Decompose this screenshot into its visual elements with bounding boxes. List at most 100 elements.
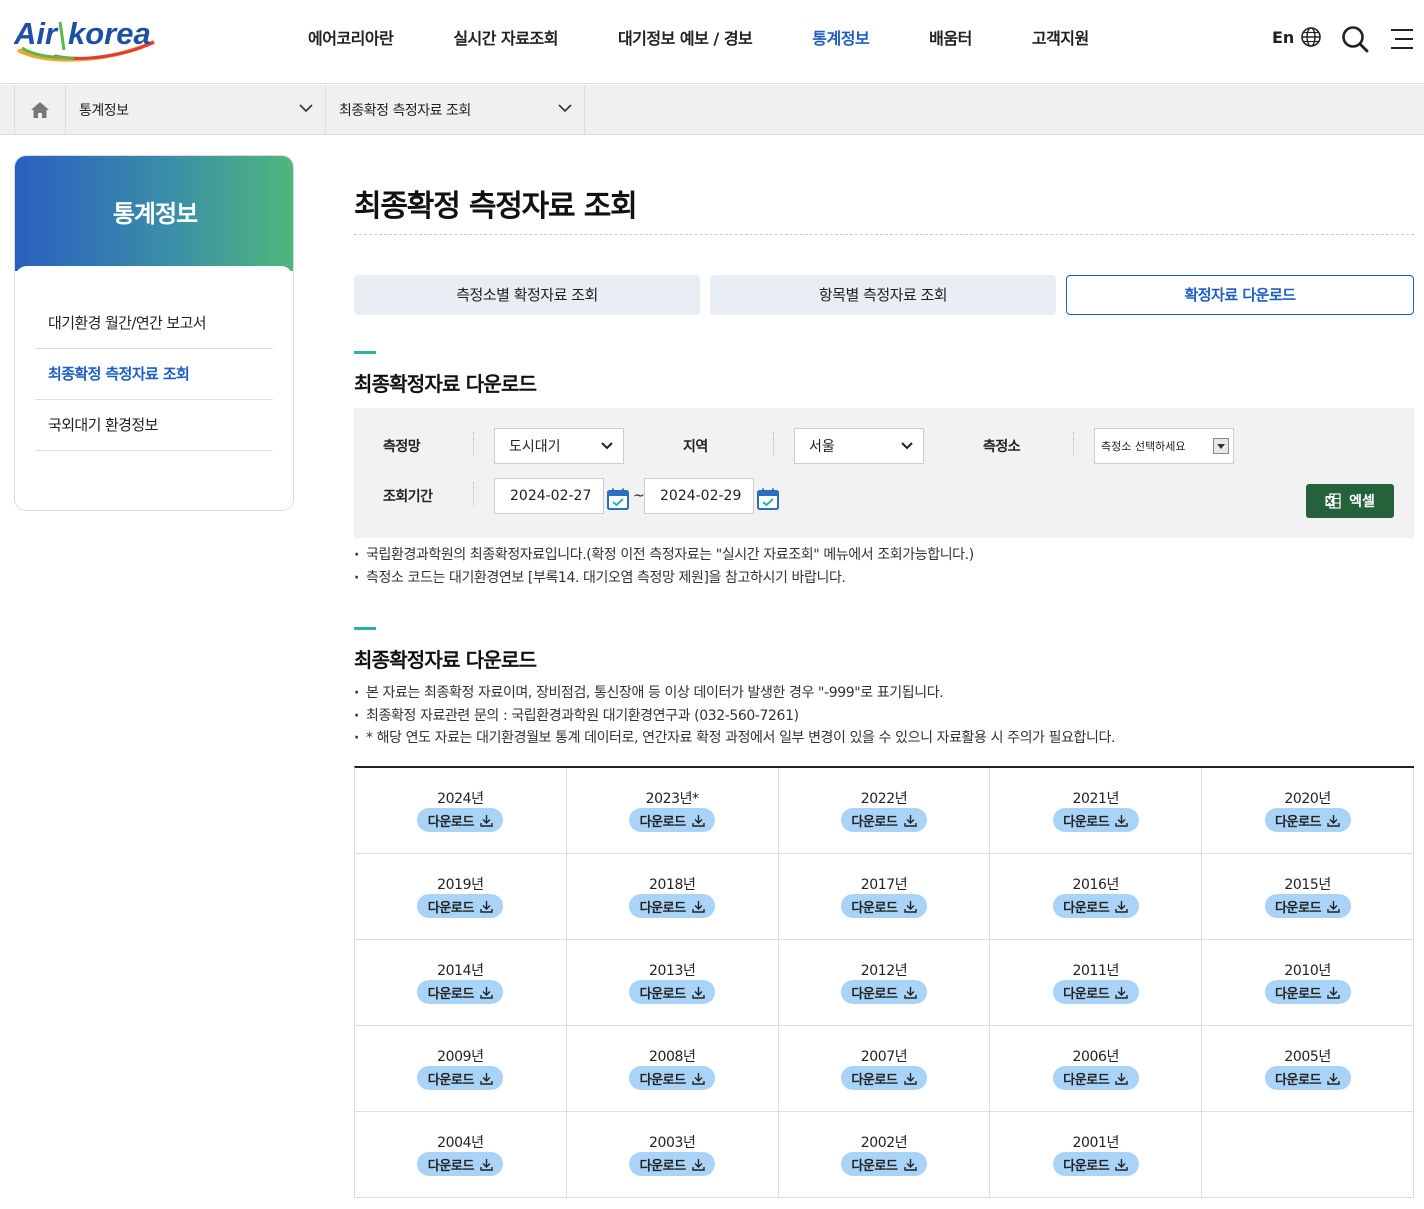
logo-swoosh: Air korea — [14, 16, 155, 62]
year-cell: 2023년* 다운로드 — [567, 768, 779, 853]
sidebar-item-final-data[interactable]: 최종확정 측정자료 조회 — [35, 349, 273, 400]
tab-item-data[interactable]: 항목별 측정자료 조회 — [710, 275, 1056, 315]
year-label: 2006년 — [1072, 1049, 1120, 1065]
year-download-button[interactable]: 다운로드 — [1052, 1152, 1139, 1176]
nav-item-about[interactable]: 에어코리아란 — [278, 27, 423, 51]
download-icon — [692, 1158, 705, 1171]
year-label: 2018년 — [648, 877, 696, 893]
start-date-input[interactable]: 2024-02-27 — [494, 478, 604, 514]
breadcrumb-level1-select[interactable]: 통계정보 — [66, 85, 326, 135]
download-label: 다운로드 — [1274, 986, 1322, 1002]
tab-station-data[interactable]: 측정소별 확정자료 조회 — [354, 275, 700, 315]
menu-button[interactable] — [1390, 28, 1414, 50]
breadcrumb-level2-label: 최종확정 측정자료 조회 — [339, 103, 471, 119]
download-label: 다운로드 — [1274, 900, 1322, 916]
chevron-down-icon — [601, 442, 613, 450]
network-value: 도시대기 — [509, 439, 561, 455]
download-label: 다운로드 — [639, 814, 687, 830]
site-header: Air korea 에어코리아란 실시간 자료조회 대기정보 예보 / 경보 통… — [0, 0, 1424, 84]
nav-item-learning[interactable]: 배움터 — [899, 27, 1002, 51]
year-download-button[interactable]: 다운로드 — [417, 1152, 504, 1176]
excel-download-button[interactable]: 엑셀 — [1306, 484, 1394, 518]
download-label: 다운로드 — [427, 1158, 475, 1174]
year-download-button[interactable]: 다운로드 — [1264, 980, 1351, 1004]
station-placeholder: 측정소 선택하세요 — [1101, 440, 1186, 453]
calendar-icon[interactable] — [606, 487, 630, 511]
nav-item-forecast[interactable]: 대기정보 예보 / 경보 — [588, 27, 782, 51]
breadcrumb-level1-label: 통계정보 — [79, 103, 129, 119]
year-label: 2023년* — [645, 791, 700, 807]
global-nav: 에어코리아란 실시간 자료조회 대기정보 예보 / 경보 통계정보 배움터 고객… — [278, 27, 1119, 51]
download-label: 다운로드 — [427, 986, 475, 1002]
year-download-button[interactable]: 다운로드 — [1052, 980, 1139, 1004]
year-label: 2020년 — [1284, 791, 1331, 807]
nav-item-support[interactable]: 고객지원 — [1002, 27, 1119, 51]
year-download-button[interactable]: 다운로드 — [417, 808, 504, 832]
year-row: 2024년 다운로드 2023년* 다운로드 2022년 다운로드 2021년 다운로드 202… — [355, 768, 1414, 854]
region-label: 지역 — [683, 439, 708, 455]
side-nav-title: 통계정보 — [112, 200, 198, 228]
download-label: 다운로드 — [1063, 1158, 1110, 1174]
year-download-button[interactable]: 다운로드 — [417, 1066, 504, 1090]
download-icon — [1327, 1072, 1340, 1085]
side-nav-header: 통계정보 — [15, 156, 293, 271]
year-cell: 2022년 다운로드 — [779, 768, 991, 853]
year-cell: 2011년 다운로드 — [990, 940, 1203, 1025]
search-button[interactable] — [1340, 24, 1370, 54]
year-download-button[interactable]: 다운로드 — [629, 894, 716, 918]
sidebar-item-overseas[interactable]: 국외대기 환경정보 — [35, 400, 273, 451]
year-download-button[interactable]: 다운로드 — [629, 1066, 716, 1090]
breadcrumb-level2-select[interactable]: 최종확정 측정자료 조회 — [326, 85, 585, 135]
year-row: 2009년 다운로드 2008년 다운로드 2007년 다운로드 2006년 다운로드 2005… — [355, 1026, 1414, 1112]
year-download-button[interactable]: 다운로드 — [417, 894, 504, 918]
year-label: 2009년 — [437, 1049, 484, 1065]
download-label: 다운로드 — [1063, 814, 1110, 830]
network-select[interactable]: 도시대기 — [494, 428, 624, 464]
year-download-button[interactable]: 다운로드 — [840, 894, 927, 918]
language-switch[interactable]: En — [1272, 26, 1322, 48]
year-download-button[interactable]: 다운로드 — [1264, 894, 1351, 918]
station-select[interactable]: 측정소 선택하세요 — [1094, 428, 1234, 464]
year-download-button[interactable]: 다운로드 — [1264, 1066, 1351, 1090]
year-download-button[interactable]: 다운로드 — [840, 1066, 927, 1090]
side-nav: 통계정보 대기환경 월간/연간 보고서 최종확정 측정자료 조회 국외대기 환경… — [14, 155, 294, 511]
year-cell: 2007년 다운로드 — [779, 1026, 991, 1111]
chevron-down-icon — [558, 104, 572, 113]
hamburger-icon — [1391, 29, 1413, 49]
download-label: 다운로드 — [851, 1072, 898, 1088]
year-download-button[interactable]: 다운로드 — [1052, 1066, 1139, 1090]
year-download-button[interactable]: 다운로드 — [417, 980, 504, 1004]
nav-item-realtime[interactable]: 실시간 자료조회 — [423, 27, 588, 51]
download-icon — [1115, 1158, 1129, 1171]
download-label: 다운로드 — [1274, 1072, 1322, 1088]
year-download-button[interactable]: 다운로드 — [1052, 894, 1139, 918]
year-download-button[interactable]: 다운로드 — [629, 808, 716, 832]
region-select[interactable]: 서울 — [794, 428, 924, 464]
year-download-button[interactable]: 다운로드 — [1264, 808, 1351, 832]
download-icon — [1115, 814, 1129, 827]
year-download-button[interactable]: 다운로드 — [840, 1152, 927, 1176]
year-download-button[interactable]: 다운로드 — [840, 980, 927, 1004]
year-cell: 2017년 다운로드 — [779, 854, 991, 939]
year-cell: 2018년 다운로드 — [567, 854, 779, 939]
tab-download[interactable]: 확정자료 다운로드 — [1066, 275, 1414, 315]
calendar-icon[interactable] — [756, 487, 780, 511]
year-label: 2012년 — [860, 963, 908, 979]
end-date-input[interactable]: 2024-02-29 — [644, 478, 754, 514]
notice-item: 최종확정 자료관련 문의 : 국립환경과학원 대기환경연구과 (032-560-… — [354, 705, 1414, 728]
section-accent-bar — [354, 351, 376, 354]
airkorea-logo[interactable]: Air korea — [14, 12, 159, 64]
year-label: 2011년 — [1072, 963, 1120, 979]
download-icon — [903, 900, 917, 913]
download-label: 다운로드 — [639, 1158, 687, 1174]
download-icon — [1327, 900, 1340, 913]
home-button[interactable] — [14, 85, 66, 135]
language-label: En — [1272, 27, 1295, 47]
sidebar-item-reports[interactable]: 대기환경 월간/연간 보고서 — [35, 298, 273, 349]
year-download-button[interactable]: 다운로드 — [840, 808, 927, 832]
notice-list-2: 본 자료는 최종확정 자료이며, 장비점검, 통신장애 등 이상 데이터가 발생… — [354, 682, 1414, 750]
nav-item-statistics[interactable]: 통계정보 — [782, 27, 899, 51]
year-download-button[interactable]: 다운로드 — [629, 980, 716, 1004]
year-download-button[interactable]: 다운로드 — [629, 1152, 716, 1176]
year-download-button[interactable]: 다운로드 — [1052, 808, 1139, 832]
